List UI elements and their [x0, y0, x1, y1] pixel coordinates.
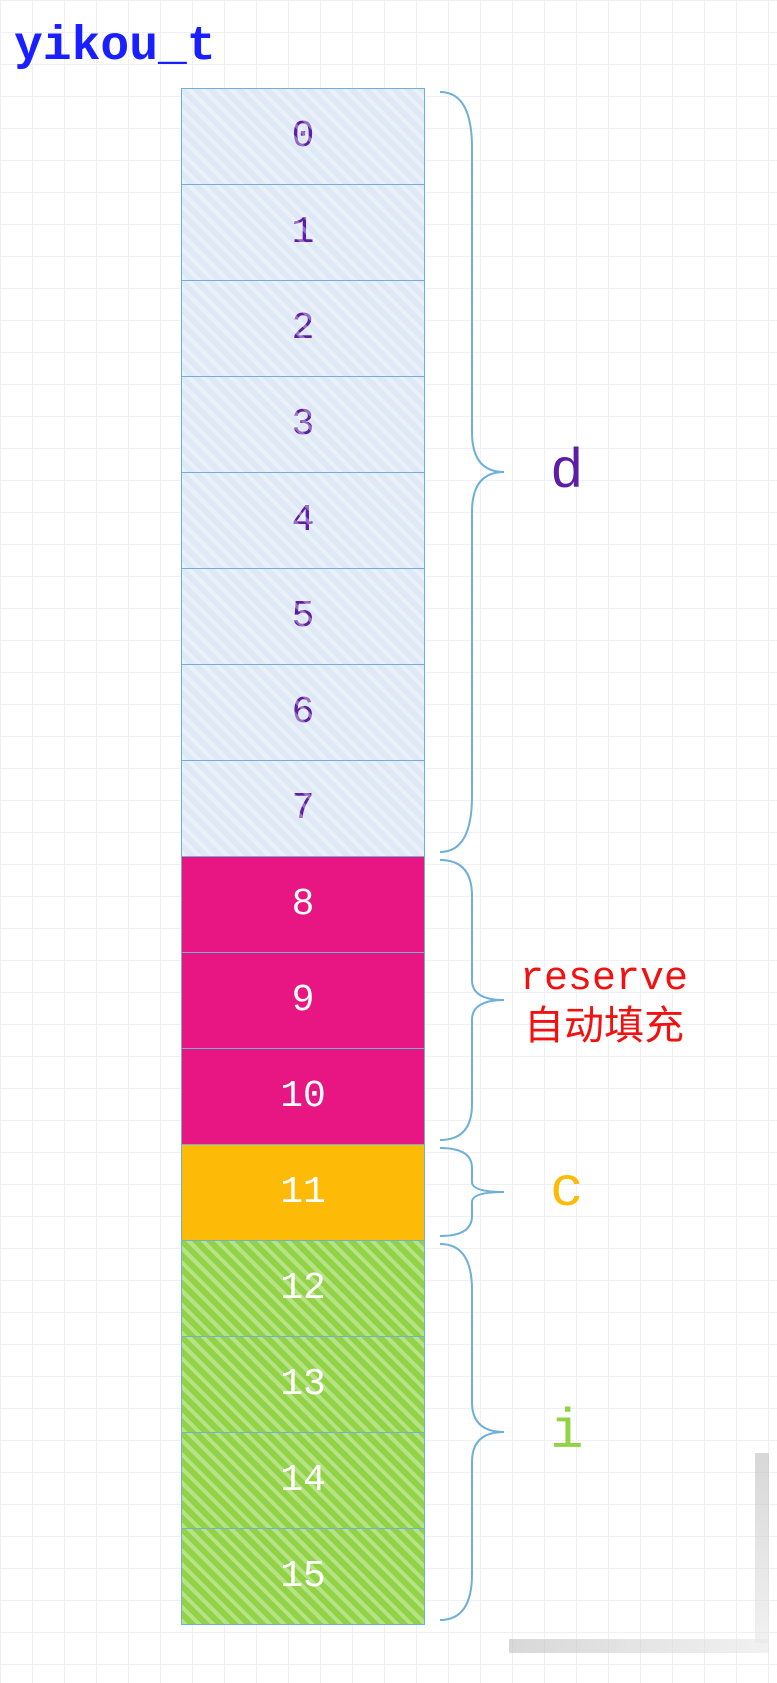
brace-c [432, 1144, 512, 1240]
byte-cell: 1 [181, 185, 425, 281]
byte-cell: 0 [181, 89, 425, 185]
byte-cell: 6 [181, 665, 425, 761]
brace-i [432, 1240, 512, 1624]
byte-cell: 15 [181, 1529, 425, 1625]
byte-cell: 8 [181, 857, 425, 953]
struct-name: yikou_t [14, 20, 216, 74]
watermark-horizontal [509, 1639, 769, 1653]
field-label-c: c [550, 1158, 584, 1222]
field-label-i: i [550, 1400, 584, 1464]
byte-cell: 11 [181, 1145, 425, 1241]
byte-cell: 14 [181, 1433, 425, 1529]
field-label-reserve: reserve 自动填充 [520, 955, 688, 1055]
byte-stack: 0 1 2 3 4 5 6 7 8 9 10 11 12 13 14 15 [181, 88, 425, 1625]
byte-cell: 4 [181, 473, 425, 569]
byte-cell: 10 [181, 1049, 425, 1145]
byte-cell: 9 [181, 953, 425, 1049]
byte-cell: 7 [181, 761, 425, 857]
field-label-d: d [550, 440, 584, 504]
brace-d [432, 88, 512, 856]
watermark-vertical [755, 1453, 769, 1643]
brace-r [432, 856, 512, 1144]
byte-cell: 13 [181, 1337, 425, 1433]
byte-cell: 3 [181, 377, 425, 473]
byte-cell: 12 [181, 1241, 425, 1337]
byte-cell: 5 [181, 569, 425, 665]
byte-cell: 2 [181, 281, 425, 377]
